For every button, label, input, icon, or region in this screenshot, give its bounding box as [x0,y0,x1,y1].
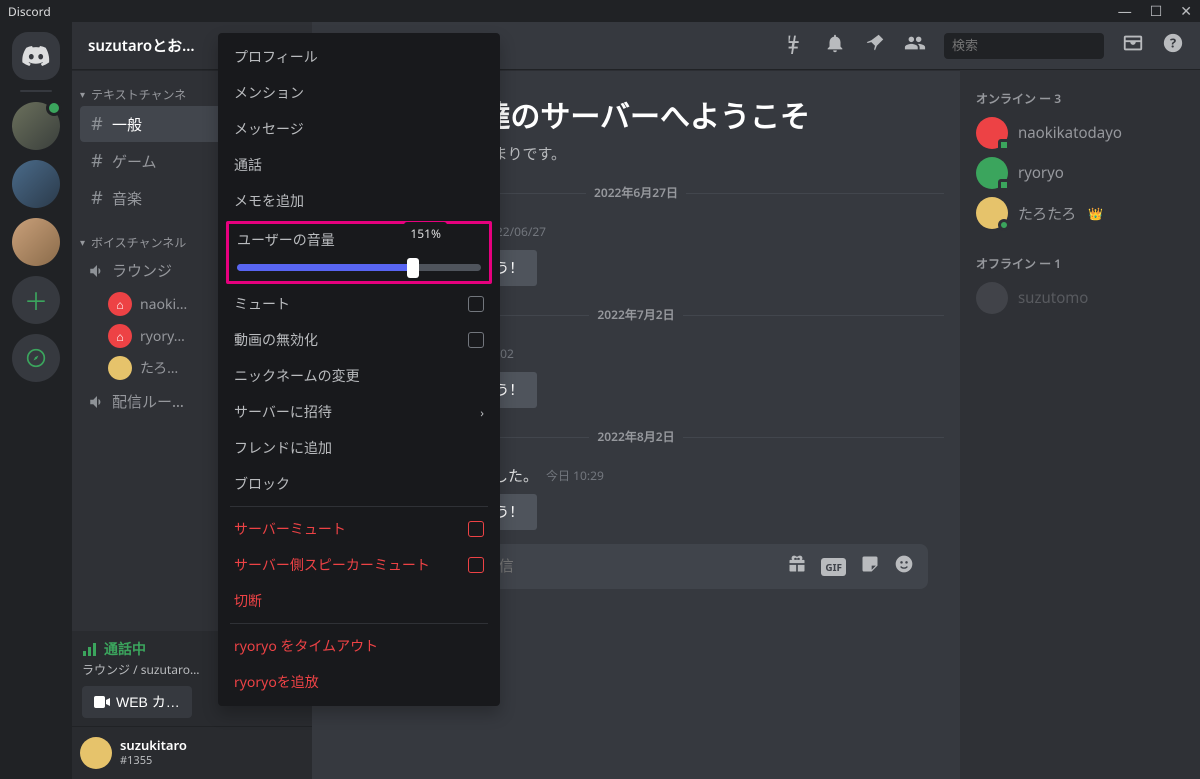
ctx-disconnect[interactable]: 切断 [226,583,492,619]
hash-icon: # [88,149,106,173]
ctx-mention[interactable]: メンション [226,75,492,111]
avatar: ⌂ [108,292,132,316]
search-input[interactable] [952,38,1128,53]
gift-icon[interactable] [787,554,807,579]
ctx-add-friend[interactable]: フレンドに追加 [226,430,492,466]
ctx-separator [230,623,488,624]
offline-heading: オフライン ー 1 [968,251,1192,278]
avatar [976,197,1008,229]
self-tag: #1355 [120,753,187,768]
search-box[interactable] [944,33,1104,59]
window-titlebar: Discord ― ☐ ✕ [0,0,1200,22]
server-separator [20,90,52,92]
server-list: ＋ [0,22,72,779]
avatar [976,157,1008,189]
chevron-right-icon: › [480,404,484,421]
volume-tooltip: 151% [404,222,447,245]
app-name: Discord [8,3,51,20]
ctx-call[interactable]: 通話 [226,147,492,183]
avatar [108,356,132,380]
volume-slider[interactable] [237,264,481,271]
avatar [976,282,1008,314]
members-sidebar: オンライン ー 3 naokikatodayo ryoryo たろたろ👑 オフラ… [960,70,1200,779]
channel-label: ゲーム [112,151,157,172]
compass-icon [26,348,46,368]
video-button[interactable]: WEB カ… [82,686,192,718]
online-heading: オンライン ー 3 [968,86,1192,113]
ctx-block[interactable]: ブロック [226,466,492,502]
ctx-add-note[interactable]: メモを追加 [226,183,492,219]
checkbox-icon [468,521,484,537]
minimize-icon[interactable]: ― [1118,2,1132,21]
add-server-button[interactable]: ＋ [12,276,60,324]
threads-icon[interactable] [784,32,806,59]
ctx-user-volume[interactable]: ユーザーの音量 151% [226,221,492,284]
camera-icon [94,696,110,708]
member-item[interactable]: suzutomo [968,278,1192,318]
ctx-profile[interactable]: プロフィール [226,39,492,75]
user-context-menu: プロフィール メンション メッセージ 通話 メモを追加 ユーザーの音量 151%… [218,33,500,706]
checkbox-icon [468,557,484,573]
user-area[interactable]: suzukitaro #1355 [72,727,312,779]
explore-servers-button[interactable] [12,334,60,382]
self-avatar [80,737,112,769]
close-icon[interactable]: ✕ [1180,2,1192,21]
status-mobile-icon [998,139,1010,151]
hash-icon: # [88,112,106,136]
timestamp: 今日 10:29 [546,467,604,484]
ctx-kick[interactable]: ryoryoを追放 [226,664,492,700]
ctx-separator [230,506,488,507]
help-icon[interactable]: ? [1162,32,1184,59]
ctx-change-nick[interactable]: ニックネームの変更 [226,358,492,394]
gif-button[interactable]: GIF [821,558,846,576]
ctx-server-mute[interactable]: サーバーミュート [226,511,492,547]
sticker-icon[interactable] [860,554,880,579]
ctx-server-deafen[interactable]: サーバー側スピーカーミュート [226,547,492,583]
ctx-message[interactable]: メッセージ [226,111,492,147]
volume-thumb[interactable] [407,258,419,278]
checkbox-icon [468,296,484,312]
notifications-icon[interactable] [824,32,846,59]
ctx-invite-server[interactable]: サーバーに招待› [226,394,492,430]
speaker-icon [88,262,106,280]
server-item[interactable] [12,102,60,150]
server-item[interactable] [12,160,60,208]
server-item[interactable] [12,218,60,266]
checkbox-icon [468,332,484,348]
channel-label: ラウンジ [112,260,172,281]
signal-icon [82,641,98,657]
home-button[interactable] [12,32,60,80]
members-icon[interactable] [904,32,926,59]
ctx-timeout[interactable]: ryoryo をタイムアウト [226,628,492,664]
member-item[interactable]: naokikatodayo [968,113,1192,153]
volume-fill [237,264,413,271]
inbox-icon[interactable] [1122,32,1144,59]
maximize-icon[interactable]: ☐ [1150,2,1163,21]
member-item[interactable]: ryoryo [968,153,1192,193]
status-online-icon [998,219,1010,231]
emoji-icon[interactable] [894,554,914,579]
speaker-icon [88,393,106,411]
channel-label: 音楽 [112,188,142,209]
svg-text:?: ? [1170,34,1176,52]
member-item[interactable]: たろたろ👑 [968,193,1192,233]
channel-label: 一般 [112,114,142,135]
server-title: suzutaroとお… [88,35,195,56]
status-mobile-icon [998,179,1010,191]
hash-icon: # [88,186,106,210]
self-username: suzukitaro [120,738,187,752]
pinned-icon[interactable] [864,32,886,59]
crown-icon: 👑 [1088,205,1103,222]
ctx-disable-video[interactable]: 動画の無効化 [226,322,492,358]
voice-badge-icon [46,100,62,116]
avatar: ⌂ [108,324,132,348]
discord-logo-icon [22,46,50,66]
ctx-mute[interactable]: ミュート [226,286,492,322]
avatar [976,117,1008,149]
channel-label: 配信ルー… [112,391,184,412]
